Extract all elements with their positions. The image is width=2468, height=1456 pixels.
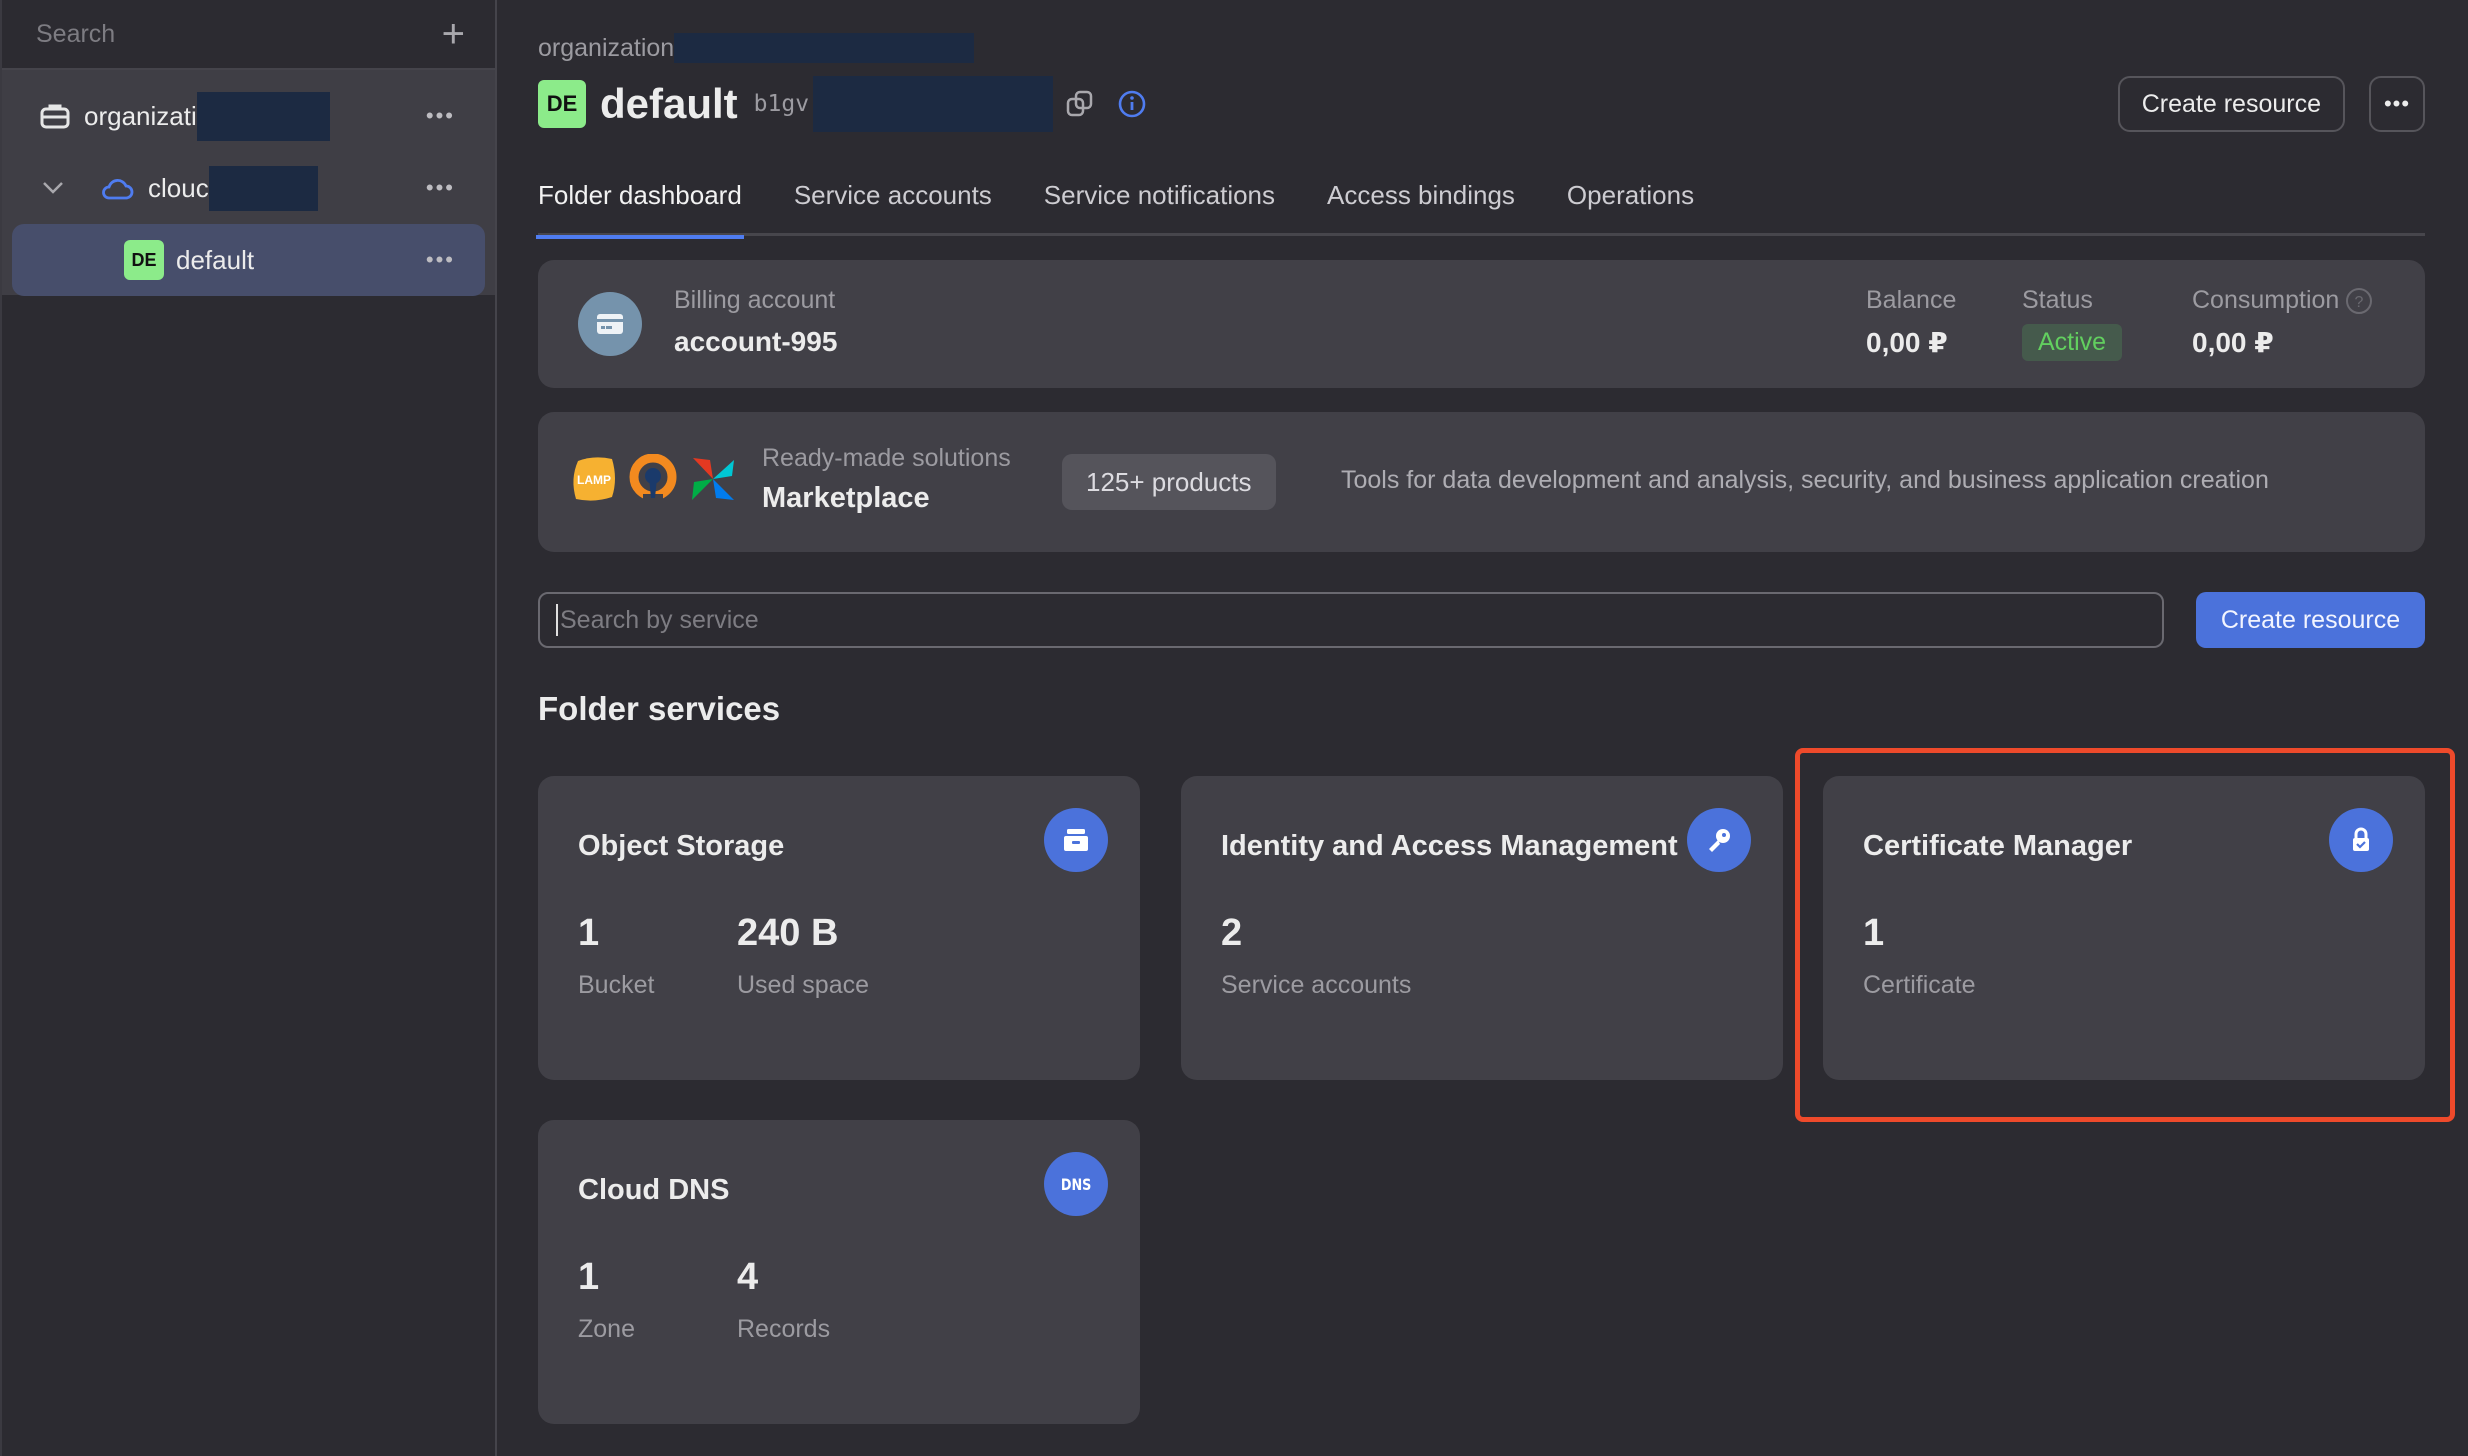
tab-access-bindings[interactable]: Access bindings <box>1327 172 1515 236</box>
create-resource-primary-button[interactable]: Create resource <box>2196 592 2425 648</box>
service-card-object-storage[interactable]: Object Storage 1 Bucket 240 B Used space <box>538 776 1140 1080</box>
help-icon[interactable]: ? <box>2345 287 2373 315</box>
marketplace-description: Tools for data development and analysis,… <box>1341 466 2269 494</box>
tabs: Folder dashboard Service accounts Servic… <box>536 172 2425 239</box>
consumption-value: 0,00 ₽ <box>2192 327 2274 358</box>
metric: 2 Service accounts <box>1221 912 1411 1000</box>
breadcrumb-organization[interactable]: organization <box>538 34 674 63</box>
info-icon[interactable] <box>1117 89 1147 119</box>
credit-card-icon <box>578 292 642 356</box>
more-icon[interactable]: ••• <box>426 103 455 129</box>
briefcase-icon <box>40 102 70 130</box>
service-search[interactable] <box>538 592 2164 648</box>
tab-service-accounts[interactable]: Service accounts <box>794 172 992 236</box>
consumption-label: Consumption <box>2192 286 2340 314</box>
billing-card[interactable]: Billing account account-995 Balance 0,00… <box>538 260 2425 388</box>
marketplace-logos: LAMP <box>570 454 738 504</box>
metric-label: Bucket <box>578 971 655 999</box>
billing-account-label: Billing account <box>674 286 836 314</box>
metric-label: Used space <box>737 971 870 999</box>
openvpn-logo-icon <box>628 454 678 504</box>
tab-folder-dashboard[interactable]: Folder dashboard <box>536 172 744 239</box>
marketplace-title: Marketplace <box>762 482 930 514</box>
create-resource-button[interactable]: Create resource <box>2117 76 2345 132</box>
tree-item-label: default <box>176 244 255 275</box>
lamp-logo-icon: LAMP <box>570 455 618 503</box>
sidebar: Search + organizati ••• clouc ••• DE def… <box>0 0 497 1456</box>
more-icon[interactable]: ••• <box>426 247 455 273</box>
balance-value: 0,00 ₽ <box>1866 327 1948 358</box>
status-badge: Active <box>2022 324 2123 361</box>
more-actions-button[interactable]: ••• <box>2369 76 2425 132</box>
folder-badge: DE <box>538 80 586 128</box>
sidebar-search-input[interactable]: Search <box>36 20 115 49</box>
marketplace-subtitle: Ready-made solutions <box>762 444 1011 472</box>
plus-icon[interactable]: + <box>442 14 465 54</box>
cloud-icon <box>100 175 134 201</box>
metric: 240 B Used space <box>737 912 869 1000</box>
archive-icon <box>1044 808 1108 872</box>
status-label: Status <box>2022 286 2093 314</box>
resource-tree: organizati ••• clouc ••• DE default ••• <box>2 70 495 296</box>
tab-operations[interactable]: Operations <box>1567 172 1694 236</box>
metric: 4 Records <box>737 1256 830 1344</box>
redacted-block <box>196 91 330 141</box>
more-icon[interactable]: ••• <box>426 175 455 201</box>
folder-badge: DE <box>124 240 164 280</box>
tree-item-default[interactable]: DE default ••• <box>12 224 485 296</box>
text-caret <box>556 604 558 636</box>
copy-icon[interactable] <box>1065 89 1095 119</box>
tab-service-notifications[interactable]: Service notifications <box>1044 172 1275 236</box>
page-title: default <box>600 80 738 127</box>
redacted-block <box>813 76 1054 132</box>
marketplace-card[interactable]: LAMP Ready-made solutions Marketplace 12… <box>538 412 2425 552</box>
service-card-cloud-dns[interactable]: Cloud DNS DNS 1 Zone 4 Records <box>538 1120 1140 1424</box>
metric-value: 1 <box>1863 912 1885 954</box>
svg-text:LAMP: LAMP <box>577 473 611 487</box>
metric: 1 Zone <box>578 1256 635 1344</box>
lock-icon <box>2329 808 2393 872</box>
metric-label: Records <box>737 1315 831 1343</box>
service-card-certificate-manager[interactable]: Certificate Manager 1 Certificate <box>1823 776 2425 1080</box>
header-actions: Create resource ••• <box>2117 76 2425 132</box>
metric-value: 4 <box>737 1256 759 1298</box>
balance-label: Balance <box>1866 286 1957 314</box>
airflow-logo-icon <box>688 454 738 504</box>
tree-item-label: clouc <box>148 172 209 203</box>
billing-account-name[interactable]: account-995 <box>674 326 837 358</box>
key-icon <box>1687 808 1751 872</box>
tree-item-label: organizati <box>84 100 197 131</box>
metric-value: 1 <box>578 912 600 954</box>
folder-id: b1gv <box>753 91 810 117</box>
metric-label: Zone <box>578 1315 635 1343</box>
breadcrumb: organization <box>538 33 975 63</box>
svg-text:?: ? <box>2355 294 2364 311</box>
service-title: Certificate Manager <box>1863 830 2133 862</box>
metric-label: Certificate <box>1863 971 1976 999</box>
metric: 1 Certificate <box>1863 912 1976 1000</box>
metric-value: 240 B <box>737 912 839 954</box>
tree-item-organization[interactable]: organizati ••• <box>12 80 485 152</box>
metric-value: 2 <box>1221 912 1243 954</box>
folder-title-row: DE default b1gv <box>538 76 1147 132</box>
service-title: Identity and Access Management <box>1221 830 1678 862</box>
service-title: Object Storage <box>578 830 785 862</box>
folder-services-heading: Folder services <box>538 690 781 727</box>
metric-label: Service accounts <box>1221 971 1412 999</box>
redacted-block <box>674 33 975 63</box>
products-count-badge: 125+ products <box>1062 454 1276 510</box>
consumption-label-wrap: Consumption ? <box>2192 286 2373 315</box>
service-card-iam[interactable]: Identity and Access Management 2 Service… <box>1181 776 1783 1080</box>
sidebar-search[interactable]: Search + <box>2 0 495 70</box>
tree-item-cloud[interactable]: clouc ••• <box>12 152 485 224</box>
dns-icon: DNS <box>1044 1152 1108 1216</box>
redacted-block <box>208 165 318 211</box>
service-title: Cloud DNS <box>578 1174 730 1206</box>
service-search-input[interactable] <box>560 605 2162 635</box>
metric: 1 Bucket <box>578 912 654 1000</box>
dns-icon-text: DNS <box>1060 1174 1092 1194</box>
chevron-down-icon[interactable] <box>42 181 64 195</box>
metric-value: 1 <box>578 1256 600 1298</box>
